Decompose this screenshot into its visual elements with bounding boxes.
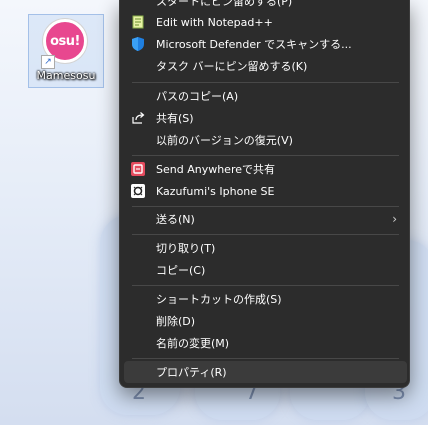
menu-item-label: パスのコピー(A) [156, 90, 239, 103]
menu-item-edit-notepadpp[interactable]: Edit with Notepad++ [124, 11, 407, 33]
menu-item-rename[interactable]: 名前の変更(M) [124, 332, 407, 354]
menu-item-copy-path[interactable]: パスのコピー(A) [124, 85, 407, 107]
menu-item-send-to[interactable]: 送る(N) › [124, 208, 407, 230]
menu-item-label: 共有(S) [156, 112, 194, 125]
menu-item-label: 切り取り(T) [156, 242, 216, 255]
menu-item-label: 以前のバージョンの復元(V) [156, 134, 293, 147]
menu-item-label: Microsoft Defender でスキャンする... [156, 38, 352, 51]
menu-separator [132, 206, 399, 207]
send-anywhere-icon [130, 161, 146, 177]
menu-separator [132, 358, 399, 359]
menu-item-restore-previous[interactable]: 以前のバージョンの復元(V) [124, 129, 407, 151]
menu-item-pin-taskbar[interactable]: タスク バーにピン留めする(K) [124, 55, 407, 77]
context-menu: スタートにピン留めする(P) Edit with Notepad++ Micro… [119, 0, 410, 388]
chevron-right-icon: › [392, 212, 397, 226]
menu-separator [132, 234, 399, 235]
menu-item-label: 削除(D) [156, 315, 196, 328]
menu-item-copy[interactable]: コピー(C) [124, 259, 407, 281]
menu-item-label: Send Anywhereで共有 [156, 163, 275, 176]
osu-logo-text: osu! [50, 33, 80, 49]
menu-separator [132, 285, 399, 286]
phone-icon [130, 183, 146, 199]
desktop-shortcut-mamesosu[interactable]: osu! ↗ Mamesosu [28, 14, 104, 88]
menu-item-send-anywhere[interactable]: Send Anywhereで共有 [124, 158, 407, 180]
menu-item-label: プロパティ(R) [156, 366, 227, 379]
shortcut-arrow-icon: ↗ [41, 55, 55, 69]
menu-item-cut[interactable]: 切り取り(T) [124, 237, 407, 259]
menu-item-label: 送る(N) [156, 213, 195, 226]
menu-item-delete[interactable]: 削除(D) [124, 310, 407, 332]
menu-item-label: Kazufumi's Iphone SE [156, 184, 275, 198]
desktop-icon-label: Mamesosu [36, 69, 96, 82]
menu-item-label: 名前の変更(M) [156, 337, 230, 350]
menu-item-label: タスク バーにピン留めする(K) [156, 60, 308, 73]
notepadpp-icon [130, 14, 146, 30]
menu-separator [132, 155, 399, 156]
menu-item-create-shortcut[interactable]: ショートカットの作成(S) [124, 288, 407, 310]
share-icon [130, 110, 146, 126]
menu-separator [132, 82, 399, 83]
menu-item-iphone[interactable]: Kazufumi's Iphone SE [124, 180, 407, 202]
menu-item-label: ショートカットの作成(S) [156, 293, 282, 306]
menu-item-share[interactable]: 共有(S) [124, 107, 407, 129]
menu-item-label: コピー(C) [156, 264, 206, 277]
defender-shield-icon [130, 36, 146, 52]
menu-item-label: Edit with Notepad++ [156, 15, 273, 29]
menu-item-defender-scan[interactable]: Microsoft Defender でスキャンする... [124, 33, 407, 55]
menu-item-properties[interactable]: プロパティ(R) [124, 361, 407, 383]
menu-item-label: スタートにピン留めする(P) [156, 0, 293, 8]
